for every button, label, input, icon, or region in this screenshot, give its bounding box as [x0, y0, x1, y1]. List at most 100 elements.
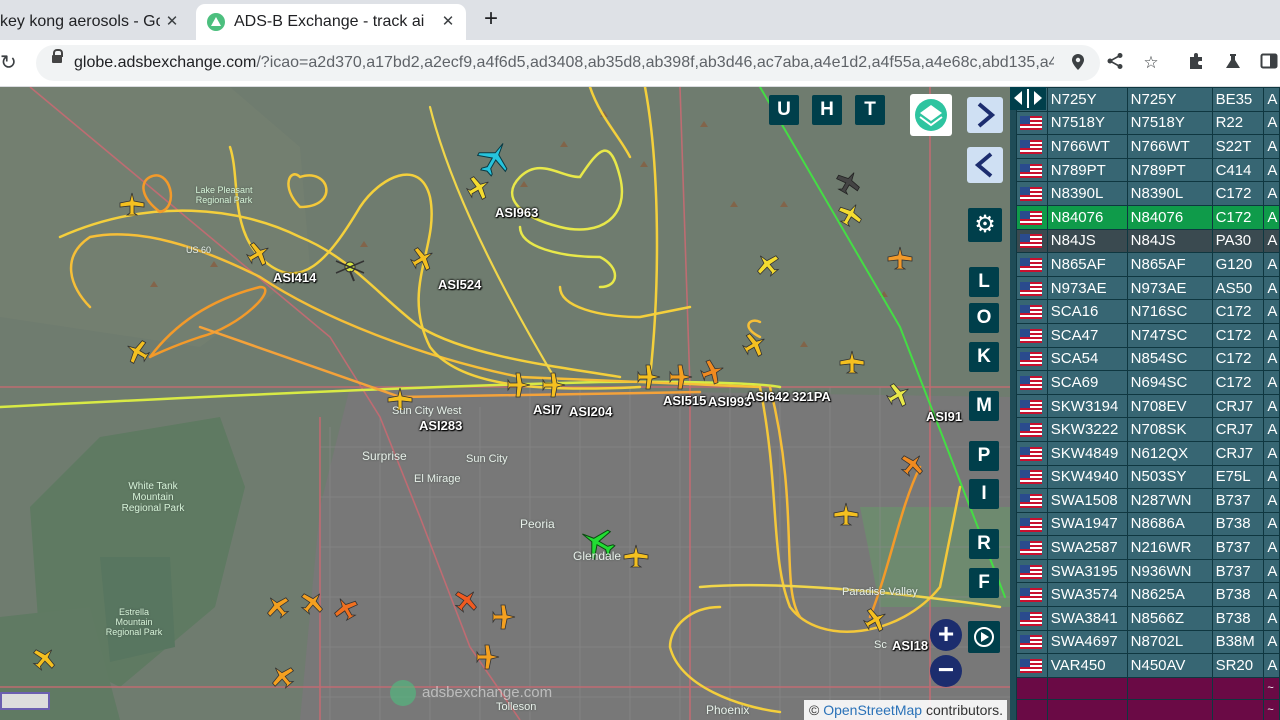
aircraft-type-cell: CRJ7	[1211, 417, 1265, 442]
table-row[interactable]: N84JS N84JS PA30 A	[1016, 228, 1280, 254]
aircraft-type-cell: C172	[1211, 204, 1265, 230]
toggle-i-button[interactable]: I	[969, 479, 999, 509]
toggle-o-button[interactable]: O	[969, 303, 999, 333]
aircraft-label[interactable]: ASI993	[708, 394, 751, 409]
flag-cell	[1016, 464, 1048, 490]
us-flag-icon	[1020, 116, 1042, 131]
replay-button[interactable]	[968, 621, 1000, 653]
table-row[interactable]: SWA1947 N8686A B738 A	[1016, 511, 1280, 537]
tab-google-search[interactable]: key kong aerosols - Go ✕	[0, 4, 190, 40]
table-row[interactable]: SWA3841 N8566Z B738 A	[1016, 606, 1280, 631]
table-row[interactable]: N789PT N789PT C414 A	[1016, 157, 1280, 183]
url-text[interactable]: globe.adsbexchange.com/?icao=a2d370,a17b…	[74, 54, 1054, 72]
toggle-f-button[interactable]: F	[969, 568, 999, 598]
aircraft-label[interactable]: ASI204	[569, 404, 612, 419]
aircraft-label[interactable]: ASI963	[495, 205, 538, 220]
table-row[interactable]: SKW3194 N708EV CRJ7 A	[1016, 393, 1280, 419]
star-icon[interactable]: ☆	[1140, 52, 1162, 74]
aircraft-label[interactable]: ASI283	[419, 418, 462, 433]
empty-cell	[1016, 698, 1048, 720]
table-row[interactable]: SCA16 N716SC C172 A	[1016, 299, 1280, 324]
extensions-icon[interactable]	[1185, 52, 1207, 74]
toggle-p-button[interactable]: P	[969, 441, 999, 471]
table-row[interactable]: SKW4940 N503SY E75L A	[1016, 464, 1280, 490]
callsign-cell: SWA3574	[1046, 582, 1128, 608]
callsign-cell: SWA1508	[1046, 488, 1128, 513]
attribution-text: contributors.	[925, 702, 1003, 718]
table-row[interactable]: SCA47 N747SC C172 A	[1016, 322, 1280, 348]
aircraft-label[interactable]: 321PA	[792, 389, 831, 404]
aircraft-type-cell: CRJ7	[1211, 440, 1265, 466]
share-icon[interactable]	[1104, 52, 1126, 74]
sidepanel-icon[interactable]	[1258, 52, 1280, 74]
prev-panel-button[interactable]	[967, 147, 1003, 183]
toggle-r-button[interactable]: R	[969, 529, 999, 559]
toggle-m-button[interactable]: M	[969, 391, 999, 421]
panel-resize-handle[interactable]	[1010, 87, 1046, 110]
omnibox[interactable]: globe.adsbexchange.com/?icao=a2d370,a17b…	[36, 45, 1100, 81]
table-row[interactable]: N8390L N8390L C172 A	[1016, 181, 1280, 206]
callsign-cell: SCA47	[1046, 322, 1128, 348]
table-row[interactable]: VAR450 N450AV SR20 A	[1016, 653, 1280, 678]
us-flag-icon	[1020, 328, 1042, 343]
aircraft-label[interactable]: ASI414	[273, 270, 316, 285]
flag-cell	[1016, 440, 1048, 466]
aircraft-label[interactable]: ASI515	[663, 393, 706, 408]
reload-icon[interactable]: ↻	[0, 52, 22, 74]
callsign-cell: SKW3194	[1046, 393, 1128, 419]
toggle-h-button[interactable]: H	[812, 95, 842, 125]
table-row[interactable]: SWA3195 N936WN B737 A	[1016, 558, 1280, 584]
extra-cell: A	[1263, 653, 1280, 678]
table-row[interactable]: SKW3222 N708SK CRJ7 A	[1016, 417, 1280, 442]
empty-cell	[1126, 676, 1213, 700]
new-tab-button[interactable]: +	[480, 7, 502, 31]
next-panel-button[interactable]	[967, 97, 1003, 133]
close-tab-icon[interactable]: ✕	[162, 12, 182, 32]
place-label: Phoenix	[706, 703, 750, 717]
callsign-cell: N84076	[1046, 204, 1128, 230]
aircraft-label[interactable]: ASI18	[892, 638, 928, 653]
extra-cell: A	[1263, 464, 1280, 490]
table-row[interactable]: SWA4697 N8702L B38M A	[1016, 629, 1280, 655]
empty-cell	[1211, 676, 1265, 700]
aircraft-type-cell: C172	[1211, 299, 1265, 324]
aircraft-type-cell: B737	[1211, 488, 1265, 513]
table-row[interactable]: N725Y N725Y BE35 A	[1016, 87, 1280, 112]
extra-cell: A	[1263, 322, 1280, 348]
lock-icon[interactable]	[52, 49, 63, 63]
close-tab-icon[interactable]: ✕	[438, 12, 458, 32]
map-layers-button[interactable]	[910, 94, 952, 136]
labs-icon[interactable]	[1222, 52, 1244, 74]
table-row[interactable]: SKW4849 N612QX CRJ7 A	[1016, 440, 1280, 466]
aircraft-label[interactable]: ASI642	[746, 389, 789, 404]
table-row[interactable]: N865AF N865AF G120 A	[1016, 252, 1280, 277]
us-flag-icon	[1020, 635, 1042, 650]
table-row[interactable]: N973AE N973AE AS50 A	[1016, 275, 1280, 301]
location-icon[interactable]	[1068, 53, 1088, 73]
toggle-t-button[interactable]: T	[855, 95, 885, 125]
table-row[interactable]: SCA69 N694SC C172 A	[1016, 370, 1280, 395]
table-row[interactable]: SWA1508 N287WN B737 A	[1016, 488, 1280, 513]
table-row[interactable]: SWA2587 N216WR B737 A	[1016, 535, 1280, 560]
zoom-in-button[interactable]: +	[930, 619, 962, 651]
aircraft-label[interactable]: ASI524	[438, 277, 481, 292]
table-row[interactable]: SWA3574 N8625A B738 A	[1016, 582, 1280, 608]
aircraft-label[interactable]: ASI7	[533, 402, 562, 417]
toggle-k-button[interactable]: K	[969, 342, 999, 372]
table-row[interactable]: N7518Y N7518Y R22 A	[1016, 110, 1280, 136]
callsign-cell: N725Y	[1046, 87, 1128, 112]
aircraft-table-panel[interactable]: N725Y N725Y BE35 A N7518Y N7518Y R22 A N766WT N76…	[1010, 87, 1280, 720]
flight-map[interactable]: Surprise Sun City Sun City West El Mirag…	[0, 87, 1010, 720]
table-row[interactable]: N766WT N766WT S22T A	[1016, 134, 1280, 159]
table-row[interactable]: N84076 N84076 C172 A	[1016, 204, 1280, 230]
aircraft-label[interactable]: ASI91	[926, 409, 962, 424]
tab-label: key kong aerosols - Go	[0, 13, 160, 30]
zoom-out-button[interactable]: −	[930, 655, 962, 687]
openstreetmap-link[interactable]: OpenStreetMap	[823, 702, 922, 718]
tab-adsb-exchange[interactable]: ADS-B Exchange - track ai ✕	[196, 4, 466, 40]
toggle-l-button[interactable]: L	[969, 267, 999, 297]
table-row[interactable]: SCA54 N854SC C172 A	[1016, 346, 1280, 372]
settings-gear-icon[interactable]: ⚙	[968, 208, 1002, 242]
toggle-u-button[interactable]: U	[769, 95, 799, 125]
callsign-cell: SKW4849	[1046, 440, 1128, 466]
